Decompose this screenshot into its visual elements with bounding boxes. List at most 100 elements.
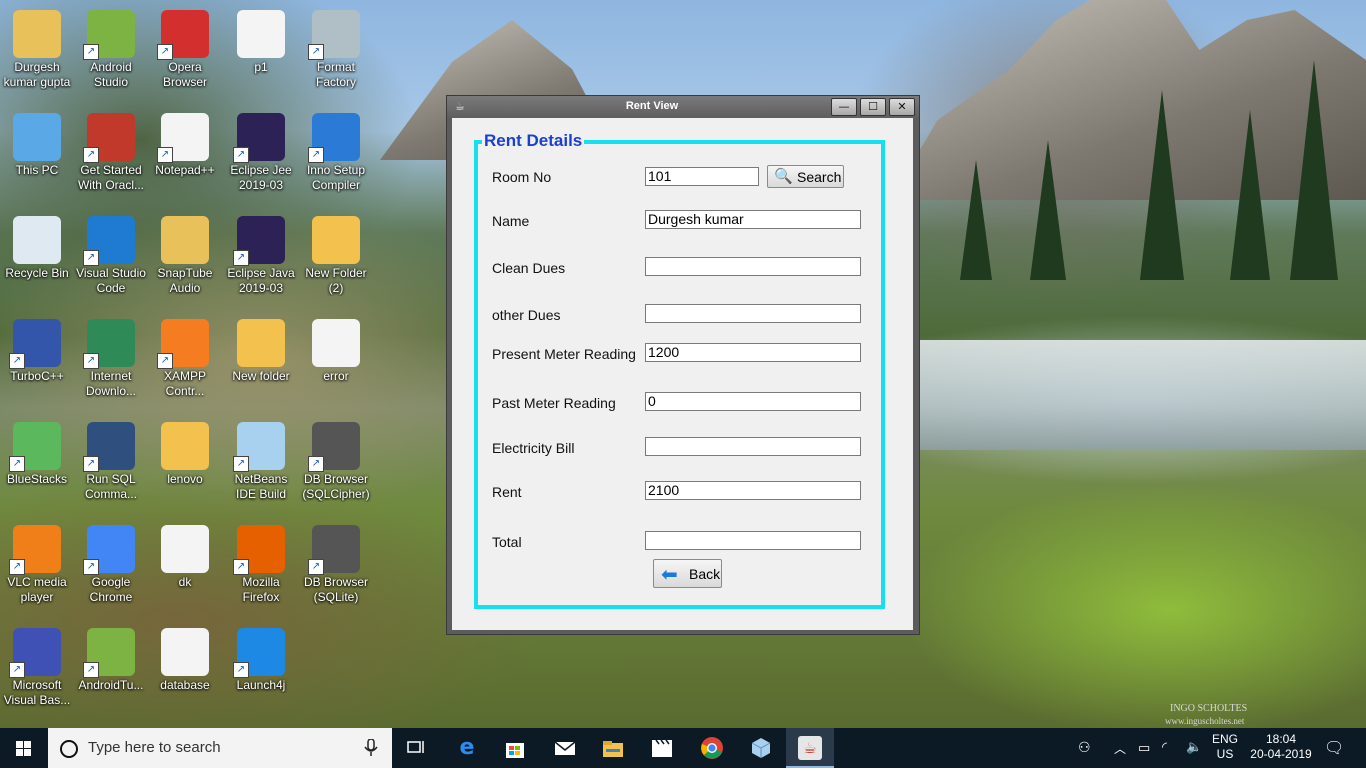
desktop-icon[interactable]: ↗ Internet Downlo... [74, 311, 148, 411]
past-meter-field[interactable]: 0 [645, 392, 861, 411]
title-bar[interactable]: ☕ Rent View — ☐ ✕ [447, 96, 919, 118]
panel-title: Rent Details [482, 131, 585, 151]
desktop-icon[interactable]: ↗ Inno Setup Compiler [299, 105, 373, 205]
desktop-icon[interactable]: ↗ Visual Studio Code [74, 208, 148, 308]
desktop-icon[interactable]: ↗ Opera Browser [148, 2, 222, 102]
desktop-icon[interactable]: ↗ AndroidTu... [74, 620, 148, 720]
desktop-icon[interactable]: Recycle Bin [0, 208, 74, 308]
desktop-icon[interactable]: ↗ Mozilla Firefox [224, 517, 298, 617]
bluestacks-icon: ↗ [9, 422, 61, 472]
battery-icon[interactable]: ▭ [1138, 740, 1150, 756]
desktop-icon[interactable]: Durgesh kumar gupta [0, 2, 74, 102]
language-code: ENG [1211, 732, 1238, 746]
minimize-button[interactable]: — [831, 98, 857, 116]
desktop-icon[interactable]: ↗ Eclipse Jee 2019-03 [224, 105, 298, 205]
desktop-icon[interactable]: New Folder (2) [299, 208, 373, 308]
window-client-area: Rent Details Room No 101 🔍 Search Name D… [452, 118, 913, 630]
desktop-icon-label: Run SQL Comma... [84, 472, 137, 501]
desktop-icon[interactable]: ↗NetBeans IDE Build 20180... [224, 414, 298, 514]
tree [1030, 140, 1066, 280]
maximize-button[interactable]: ☐ [860, 98, 886, 116]
edge-browser-icon[interactable]: e [455, 736, 479, 760]
desktop-icon[interactable]: error [299, 311, 373, 411]
chrome-icon[interactable] [700, 736, 724, 760]
task-view-icon[interactable] [405, 736, 429, 760]
desktop-icon[interactable]: ↗ Microsoft Visual Bas... [0, 620, 74, 720]
rent-label: Rent [492, 484, 522, 500]
back-button[interactable]: ⬅ Back [653, 559, 722, 588]
desktop-icon[interactable]: ↗ Format Factory [299, 2, 373, 102]
desktop-icon[interactable]: ↗ Get Started With Oracl... [74, 105, 148, 205]
store-icon[interactable] [503, 736, 527, 760]
room-no-field[interactable]: 101 [645, 167, 759, 186]
mail-icon[interactable] [553, 736, 577, 760]
language-indicator[interactable]: ENG US [1210, 732, 1240, 762]
river [920, 340, 1366, 450]
rent-view-window: ☕ Rent View — ☐ ✕ Rent Details Room No 1… [446, 95, 920, 635]
folder-user-icon [13, 10, 61, 58]
desktop-icon[interactable]: ↗ XAMPP Contr... [148, 311, 222, 411]
shortcut-arrow-icon: ↗ [233, 250, 249, 266]
show-hidden-icons-icon[interactable]: ︿ [1114, 740, 1126, 757]
desktop-icon[interactable]: ↗ TurboC++ [0, 311, 74, 411]
desktop-icon[interactable]: ↗ Eclipse Java 2019-03 [224, 208, 298, 308]
total-field[interactable] [645, 531, 861, 550]
opera-icon: ↗ [157, 10, 209, 60]
desktop-icon[interactable]: ↗ Android Studio [74, 2, 148, 102]
desktop-icon-label: BlueStacks [6, 472, 68, 486]
desktop-icon[interactable]: ↗ Google Chrome [74, 517, 148, 617]
desktop-icon[interactable]: SnapTube Audio [148, 208, 222, 308]
desktop-icon[interactable]: p1 [224, 2, 298, 102]
desktop-icon[interactable]: ↗ BlueStacks [0, 414, 74, 514]
desktop-icon[interactable]: ↗ Launch4j [224, 620, 298, 720]
db-browser-icon: ↗ [308, 422, 360, 472]
electricity-bill-field[interactable] [645, 437, 861, 456]
name-field[interactable]: Durgesh kumar [645, 210, 861, 229]
people-icon[interactable]: ⚇ [1078, 739, 1091, 756]
microphone-icon[interactable] [364, 739, 378, 757]
desktop-icon[interactable]: ↗ VLC media player [0, 517, 74, 617]
desktop-icon[interactable]: ↗ DB Browser (SQLCipher) [299, 414, 373, 514]
close-button[interactable]: ✕ [889, 98, 915, 116]
search-button[interactable]: 🔍 Search [767, 165, 844, 188]
taskbar-search-box[interactable]: Type here to search [48, 728, 392, 768]
volume-icon[interactable]: 🔈 [1186, 739, 1202, 755]
desktop-icon[interactable]: New folder [224, 311, 298, 411]
desktop-icon[interactable]: ↗ Run SQL Comma... [74, 414, 148, 514]
desktop-icon[interactable]: This PC [0, 105, 74, 205]
java-app-taskbar-button[interactable]: ☕ [786, 728, 834, 768]
folder-icon [312, 216, 360, 264]
file-explorer-icon[interactable] [601, 736, 625, 760]
shortcut-arrow-icon: ↗ [157, 147, 173, 163]
shortcut-arrow-icon: ↗ [83, 662, 99, 678]
desktop-icon[interactable]: ↗ DB Browser (SQLite) [299, 517, 373, 617]
electricity-bill-label: Electricity Bill [492, 440, 575, 456]
shortcut-arrow-icon: ↗ [157, 353, 173, 369]
eclipse-icon: ↗ [233, 216, 285, 266]
folder-icon [237, 319, 285, 367]
close-icon: ✕ [897, 100, 907, 113]
back-button-label: Back [689, 566, 721, 582]
wifi-icon[interactable]: ◜ [1162, 739, 1167, 755]
desktop-icon-label: Get Started With Oracl... [77, 163, 144, 192]
xampp-icon: ↗ [157, 319, 209, 369]
movies-tv-icon[interactable] [650, 736, 674, 760]
action-center-icon[interactable]: 🗨 [1324, 738, 1344, 758]
desktop-icon-label: lenovo [167, 472, 203, 486]
shortcut-arrow-icon: ↗ [308, 44, 324, 60]
start-button[interactable] [0, 728, 48, 768]
netbeans-icon: ↗ [233, 422, 285, 472]
desktop-icon[interactable]: database [148, 620, 222, 720]
watermark: INGO SCHOLTES [1170, 703, 1248, 714]
clock[interactable]: 18:04 20-04-2019 [1246, 732, 1316, 762]
netbeans-icon[interactable] [749, 736, 773, 760]
desktop-icon[interactable]: dk [148, 517, 222, 617]
shortcut-arrow-icon: ↗ [233, 662, 249, 678]
clean-dues-field[interactable] [645, 257, 861, 276]
present-meter-field[interactable]: 1200 [645, 343, 861, 362]
other-dues-field[interactable] [645, 304, 861, 323]
rent-field[interactable]: 2100 [645, 481, 861, 500]
desktop-icon[interactable]: lenovo [148, 414, 222, 514]
desktop-icon-label: Google Chrome [89, 575, 133, 604]
desktop-icon[interactable]: ↗ Notepad++ [148, 105, 222, 205]
